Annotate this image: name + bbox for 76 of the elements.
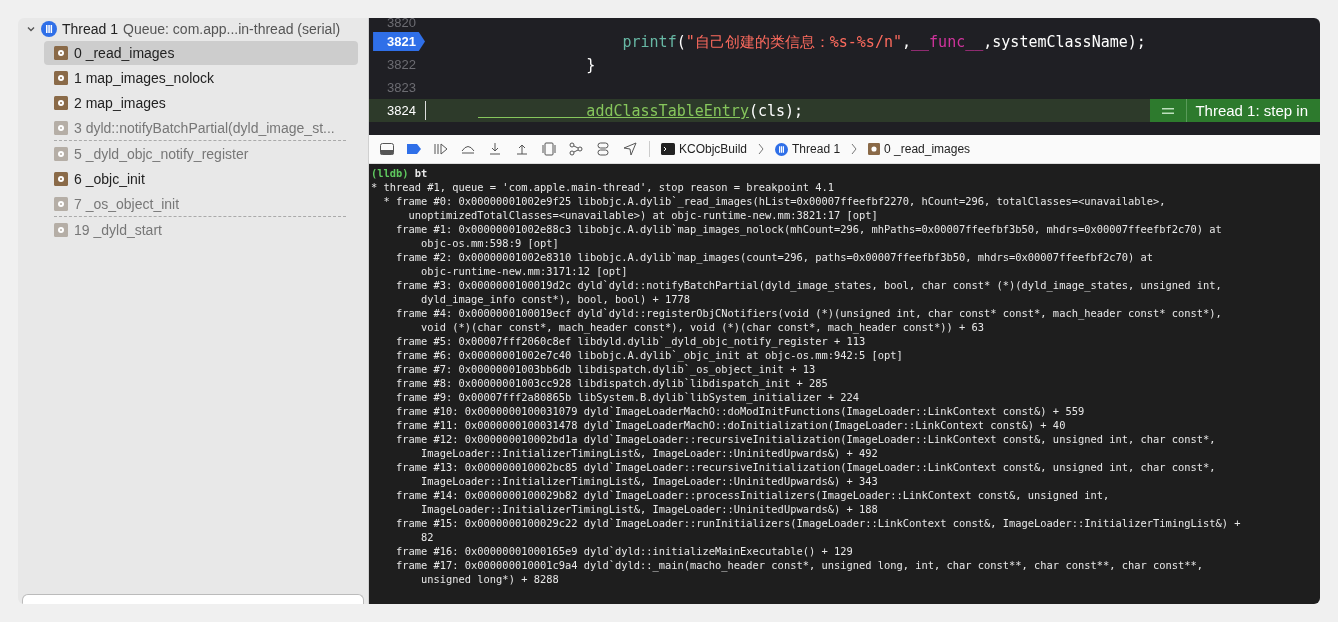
panel-toggle-icon[interactable] (379, 142, 395, 156)
console-line: unoptimizedTotalClasses=<unavailable>) at objc-runtime-new.mm:3821:17 [opt] (407, 209, 878, 221)
thread-icon (41, 21, 57, 37)
console-line: frame #11: 0x0000000100031478 dyld`ImageLoaderMachO::doInitialization(ImageLoader::LinkContext const&) + 40 (395, 419, 1066, 431)
console-line: ImageLoader::InitializerTimingList&, ImageLoader::UninitedUpwards&) + 188 (420, 503, 878, 515)
lldb-prompt: (lldb) (371, 167, 409, 179)
chevron-icon (758, 143, 765, 155)
gear-icon (54, 71, 68, 85)
stack-frame-item[interactable]: 1 map_images_nolock (54, 66, 358, 90)
thread-icon (775, 142, 789, 156)
console-line: * thread #1, queue = 'com.apple.main-thread', stop reason = breakpoint 4.1 (371, 181, 834, 193)
console-line: void (*)(char const*, mach_header const*), void (*)(char const*, mach_header const*)) + 63 (420, 321, 985, 333)
step-badge: Thread 1: step in (1150, 99, 1320, 122)
line-number: 3824 (387, 103, 417, 118)
gear-icon (54, 46, 68, 60)
console-line: frame #1: 0x00000001002e88c3 libobjc.A.dylib`map_images_nolock(mhCount=296, mhPaths=0x00007ffeefbf3b50, mhdrs=0x00007ffeefbf2c70) at (395, 223, 1222, 235)
console-line: frame #9: 0x00007fff2a80865b libSystem.B.dylib`libSystem_initializer + 224 (395, 391, 859, 403)
console-line: frame #13: 0x000000010002bc85 dyld`ImageLoader::recursiveInitialization(ImageLoader::LinkContext const&, unsigned int, char const*, (395, 461, 1216, 473)
console-line: 82 (420, 531, 434, 543)
gear-icon (54, 172, 68, 186)
breakpoint-marker[interactable]: 3821 (373, 32, 425, 51)
console-line: frame #3: 0x0000000100019d2c dyld`dyld::notifyBatchPartial(dyld_image_states, bool, char const* (*)(dyld_image_states, unsigned int, (395, 279, 1222, 291)
console-line: frame #4: 0x0000000100019ecf dyld`dyld::registerObjCNotifiers(void (*)(unsigned int, char const* const*, mach_header const* const*), (395, 307, 1222, 319)
stack-frame-item[interactable]: 6 _objc_init (54, 167, 358, 191)
console-line: frame #17: 0x000000010001c9a4 dyld`dyld::_main(macho_header const*, unsigned long, int, char const**, char const**, char const**, (395, 559, 1203, 571)
gear-icon (868, 143, 881, 155)
stack-frame-item[interactable]: 5 _dyld_objc_notify_register (54, 142, 358, 166)
frame-crumb[interactable]: 0 _read_images (868, 142, 971, 156)
gear-icon (54, 121, 68, 135)
code-line: addClassTableEntry(cls); (585, 102, 804, 120)
disclosure-icon[interactable] (26, 24, 36, 34)
stack-frame-item[interactable]: 7 _os_object_init (54, 192, 358, 216)
console-line: frame #14: 0x0000000100029b82 dyld`ImageLoader::processInitializers(ImageLoader::LinkContext const&, unsigned int, (395, 489, 1110, 501)
console-line: frame #10: 0x0000000100031079 dyld`ImageLoaderMachO::doModInitFunctions(ImageLoader::LinkContext const&) + 559 (395, 405, 1085, 417)
stack-frame-item[interactable]: 3 dyld::notifyBatchPartial(dyld_image_st... (54, 116, 358, 140)
console-line: frame #7: 0x00000001003bb6db libdispatch.dylib`_os_object_init + 13 (395, 363, 816, 375)
line-number: 3820 (387, 18, 417, 30)
stack-frame-item[interactable]: 2 map_images (54, 91, 358, 115)
target-crumb[interactable]: KCObjcBuild (661, 142, 748, 156)
console-line: frame #2: 0x00000001002e8310 libobjc.A.dylib`map_images(count=296, paths=0x00007ffeefbf3b50, mhdrs=0x00007ffeefbf2c70) at (395, 251, 1153, 263)
thread-title: Thread 1 (62, 21, 119, 37)
gear-icon (54, 197, 68, 211)
thread-queue: Queue: com.app...in-thread (serial) (123, 21, 341, 37)
step-into-icon[interactable] (487, 142, 503, 156)
gear-icon (54, 223, 68, 237)
step-out-icon[interactable] (514, 142, 530, 156)
console-line: ImageLoader::InitializerTimingList&, ImageLoader::UninitedUpwards&) + 492 (420, 447, 878, 459)
continue-icon[interactable] (433, 142, 449, 156)
console-line: frame #6: 0x00000001002e7c40 libobjc.A.dylib`_objc_init at objc-os.mm:942:5 [opt] (395, 349, 903, 361)
gear-icon (54, 96, 68, 110)
code-line: printf("自己创建的类信息：%s-%s/n",__func__,systemClassName); (621, 32, 1146, 51)
gear-icon (54, 147, 68, 161)
stack-frame-item[interactable]: 0 _read_images (44, 41, 358, 65)
console-line: dyld_image_info const*), bool, bool) + 1778 (420, 293, 691, 305)
console-line: * frame #0: 0x00000001002e9f25 libobjc.A.dylib`_read_images(hList=0x00007ffeefbf2270, hCount=296, totalClasses=<unavailable>, (382, 195, 1166, 207)
console-line: objc-runtime-new.mm:3171:12 [opt] (420, 265, 628, 277)
terminal-icon (661, 143, 675, 155)
console-line: unsigned long*) + 8288 (420, 573, 559, 585)
console-line: objc-os.mm:598:9 [opt] (420, 237, 559, 249)
console-line: frame #5: 0x00007fff2060c8ef libdyld.dylib`_dyld_objc_notify_register + 113 (395, 335, 866, 347)
thread-crumb[interactable]: Thread 1 (775, 142, 841, 156)
memory-graph-icon[interactable] (568, 142, 584, 156)
code-line: } (585, 56, 596, 74)
breakpoint-toggle-icon[interactable] (406, 142, 422, 156)
console-line: ImageLoader::InitializerTimingList&, ImageLoader::UninitedUpwards&) + 343 (420, 475, 878, 487)
chevron-icon (851, 143, 858, 155)
console-line: frame #16: 0x00000001000165e9 dyld`dyld::initializeMainExecutable() + 129 (395, 545, 853, 557)
console-line: frame #12: 0x000000010002bd1a dyld`ImageLoader::recursiveInitialization(ImageLoader::LinkContext const&, unsigned int, char const*, (395, 433, 1216, 445)
console-command: bt (414, 167, 428, 179)
equals-icon (1162, 107, 1175, 114)
line-number: 3823 (387, 80, 417, 95)
console-line: frame #8: 0x00000001003cc928 libdispatch.dylib`libdispatch_init + 285 (395, 377, 828, 389)
console-line: frame #15: 0x0000000100029c22 dyld`ImageLoader::runInitializers(ImageLoader::LinkContext const&, ImageLoader::InitializerTimingList&) + (395, 517, 1241, 529)
line-number: 3822 (387, 57, 417, 72)
location-icon[interactable] (622, 142, 638, 156)
stack-frame-item[interactable]: 19 _dyld_start (54, 218, 358, 242)
